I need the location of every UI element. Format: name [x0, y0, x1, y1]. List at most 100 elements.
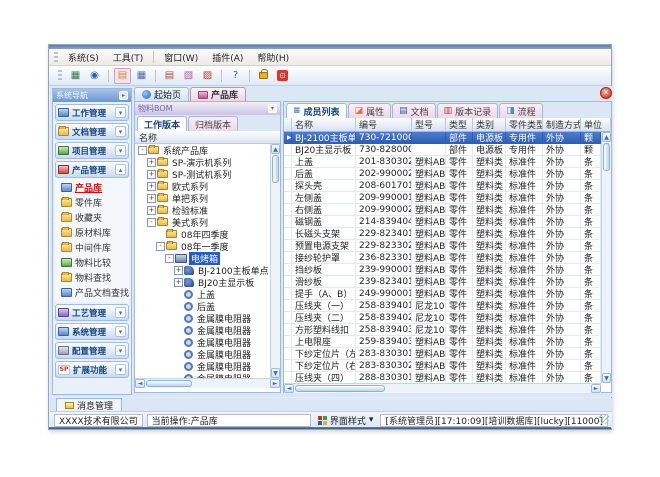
expand-icon[interactable]: +	[147, 194, 156, 203]
expand-icon[interactable]: +	[147, 170, 156, 179]
sidebar-item-物料查找[interactable]: 物料查找	[55, 270, 129, 285]
tree-item[interactable]: -系统产品库	[135, 144, 270, 156]
sidebar-item-收藏夹[interactable]: 收藏夹	[55, 210, 129, 225]
expand-icon[interactable]: +	[147, 182, 156, 191]
menu-item[interactable]: 工具(T)	[106, 50, 151, 65]
doc-open-button[interactable]: ▧	[180, 68, 197, 84]
tree-item[interactable]: +单把系列	[135, 192, 270, 204]
chevron-down-icon[interactable]: ▾	[115, 364, 126, 375]
table-row[interactable]: 压线夹（一）258-839401-00E尼龙1010零件塑料类标准件外协条	[284, 300, 601, 312]
table-row[interactable]: 提手（A、B）249-990001-01E塑料ABS零件塑料类标准件外协条	[284, 288, 601, 300]
expand-icon[interactable]: +	[147, 158, 156, 167]
column-header-零件类型[interactable]: 零件类型	[506, 118, 543, 132]
grid-button[interactable]: ▦	[133, 68, 150, 84]
tree-item[interactable]: +SP-演示机系列	[135, 156, 270, 168]
menu-item[interactable]: 插件(A)	[205, 50, 250, 65]
column-header-类别[interactable]: 类别	[473, 118, 506, 132]
table-row[interactable]: 压线夹（二）258-839402-00E尼龙1010零件塑料类标准件外协条	[284, 312, 601, 324]
scroll-up-icon[interactable]: ▲	[602, 132, 611, 142]
sidebar-item-零件库[interactable]: 零件库	[55, 195, 129, 210]
table-row[interactable]: 接纱轮护罩236-823301-00E塑料ABS零件塑料类标准件外协条	[284, 252, 601, 264]
sidebar-group-工艺管理[interactable]: 工艺管理▾	[55, 304, 129, 321]
table-row[interactable]: 滑纱板239-823401-00E塑料ABS零件塑料类标准件外协条	[284, 276, 601, 288]
scroll-thumb[interactable]	[295, 385, 385, 392]
collapse-icon[interactable]: -	[138, 146, 147, 155]
table-row[interactable]: 下纱定位片（右）283-830302-00E塑料ABS零件塑料类标准件外协条	[284, 360, 601, 372]
sidebar-pin-button[interactable]: ▸	[119, 91, 128, 100]
tree-item[interactable]: 金属膜电阻器	[135, 312, 270, 324]
table-row[interactable]: 后盖202-990002-01E塑料ABS零件塑料类标准件外协条	[284, 168, 601, 180]
scroll-thumb[interactable]	[272, 155, 279, 183]
detail-tab-文档[interactable]: ▤文档	[392, 103, 436, 118]
message-manager-tab[interactable]: 消息管理	[56, 398, 122, 411]
table-row[interactable]: 预置电源支架229-823302-00E塑料ABS零件塑料类标准件外协条	[284, 240, 601, 252]
collapse-icon[interactable]: -	[165, 254, 174, 263]
detail-tab-版本记录[interactable]: ▥版本记录	[437, 103, 499, 118]
globe-button[interactable]: ◉	[86, 68, 103, 84]
sidebar-item-中间件库[interactable]: 中间件库	[55, 240, 129, 255]
version-tab-归档版本[interactable]: 归档版本	[188, 116, 238, 131]
help-button[interactable]: ?	[227, 68, 244, 84]
table-row[interactable]: 方形塑料线扣258-839403-00E尼龙1010零件塑料类标准件外协条	[284, 324, 601, 336]
chevron-down-icon[interactable]: ▾	[115, 326, 126, 337]
tree-column-header[interactable]: 名称	[135, 131, 280, 144]
tree-item[interactable]: 金属膜电阻器	[135, 324, 270, 336]
table-row[interactable]: 上盖201-830302-00E塑料ABS零件塑料类标准件外协条	[284, 156, 601, 168]
chevron-down-icon[interactable]: ▾	[115, 307, 126, 318]
tree-item[interactable]: +检验标准	[135, 204, 270, 216]
tree-vertical-scrollbar[interactable]: ▲ ▼	[270, 144, 280, 378]
scroll-down-icon[interactable]: ▼	[271, 368, 280, 378]
tree-item[interactable]: +BJ-2100主板单点	[135, 264, 270, 276]
table-row[interactable]: 上电限座259-839403-00E塑料ABS零件塑料类标准件外协条	[284, 336, 601, 348]
sidebar-group-工作管理[interactable]: 工作管理▾	[55, 104, 129, 121]
bom-pin-button[interactable]: ▾	[268, 104, 277, 113]
version-tab-工作版本[interactable]: 工作版本	[137, 116, 187, 131]
chevron-down-icon[interactable]: ▾	[115, 145, 126, 156]
column-header-state[interactable]	[284, 118, 292, 132]
expand-icon[interactable]: +	[174, 266, 183, 275]
column-header-单位[interactable]: 单位	[581, 118, 611, 132]
sidebar-group-文档管理[interactable]: 文档管理▾	[55, 123, 129, 140]
scroll-thumb[interactable]	[146, 380, 192, 387]
table-row[interactable]: 左侧盖209-990001-01E塑料ABS零件塑料类标准件外协条	[284, 192, 601, 204]
sidebar-item-产品文档查找[interactable]: 产品文档查找	[55, 285, 129, 300]
lock-button[interactable]	[255, 68, 272, 84]
column-header-类型[interactable]: 类型	[446, 118, 473, 132]
table-row[interactable]: BJ20主显示板730-828000-04E部件电源板专用件外协颗	[284, 144, 601, 156]
tree-item[interactable]: 上盖	[135, 288, 270, 300]
table-row[interactable]: 下纱定位片（左）283-830301-00E塑料ABS零件塑料类标准件外协条	[284, 348, 601, 360]
column-header-型号[interactable]: 型号	[412, 118, 446, 132]
expand-icon[interactable]: +	[174, 278, 183, 287]
scroll-right-icon[interactable]: ►	[591, 384, 601, 393]
tree-item[interactable]: 后盖	[135, 300, 270, 312]
table-row[interactable]: ▸BJ-2100主板单点730-721000-12E部件电源板专用件外协颗	[284, 132, 601, 144]
sidebar-group-项目管理[interactable]: 项目管理▾	[55, 142, 129, 159]
sidebar-group-产品管理[interactable]: 产品管理▴	[55, 161, 129, 178]
scroll-thumb[interactable]	[603, 143, 610, 171]
doc-close-button[interactable]: ▨	[199, 68, 216, 84]
scroll-up-icon[interactable]: ▲	[271, 144, 280, 154]
column-header-编号[interactable]: 编号	[356, 118, 412, 132]
sidebar-group-配置管理[interactable]: 配置管理▾	[55, 342, 129, 359]
interface-style-button[interactable]: 界面样式 ▾	[315, 414, 377, 427]
tree-item[interactable]: 金属膜电阻器	[135, 336, 270, 348]
tree-item[interactable]: +欧式系列	[135, 180, 270, 192]
tree-item[interactable]: 08年四季度	[135, 228, 270, 240]
scroll-down-icon[interactable]: ▼	[602, 373, 611, 383]
tree-item[interactable]: +BJ20主显示板	[135, 276, 270, 288]
sidebar-group-扩展功能[interactable]: SP扩展功能▾	[55, 361, 129, 378]
table-vertical-scrollbar[interactable]: ▲ ▼	[601, 132, 611, 383]
table-horizontal-scrollbar[interactable]: ◄ ►	[284, 383, 601, 393]
tree-item[interactable]: 金属膜电阻器	[135, 348, 270, 360]
tree-horizontal-scrollbar[interactable]: ◄ ►	[135, 378, 280, 388]
resize-grip[interactable]	[599, 414, 609, 424]
sidebar-item-物料比较[interactable]: 物料比较	[55, 255, 129, 270]
table-row[interactable]: 挡纱板239-990001-01E塑料ABS零件塑料类标准件外协条	[284, 264, 601, 276]
table-row[interactable]: 压线夹（四）288-830301-00E塑料ABS零件塑料类标准件外协条	[284, 372, 601, 383]
expand-icon[interactable]: +	[147, 206, 156, 215]
tree-item[interactable]: +SP-测试机系列	[135, 168, 270, 180]
detail-tab-属性[interactable]: ◪属性	[348, 103, 392, 118]
column-header-名称[interactable]: 名称	[292, 118, 356, 132]
menu-item[interactable]: 系统(S)	[61, 50, 106, 65]
monitor-button[interactable]: ▦	[67, 68, 84, 84]
